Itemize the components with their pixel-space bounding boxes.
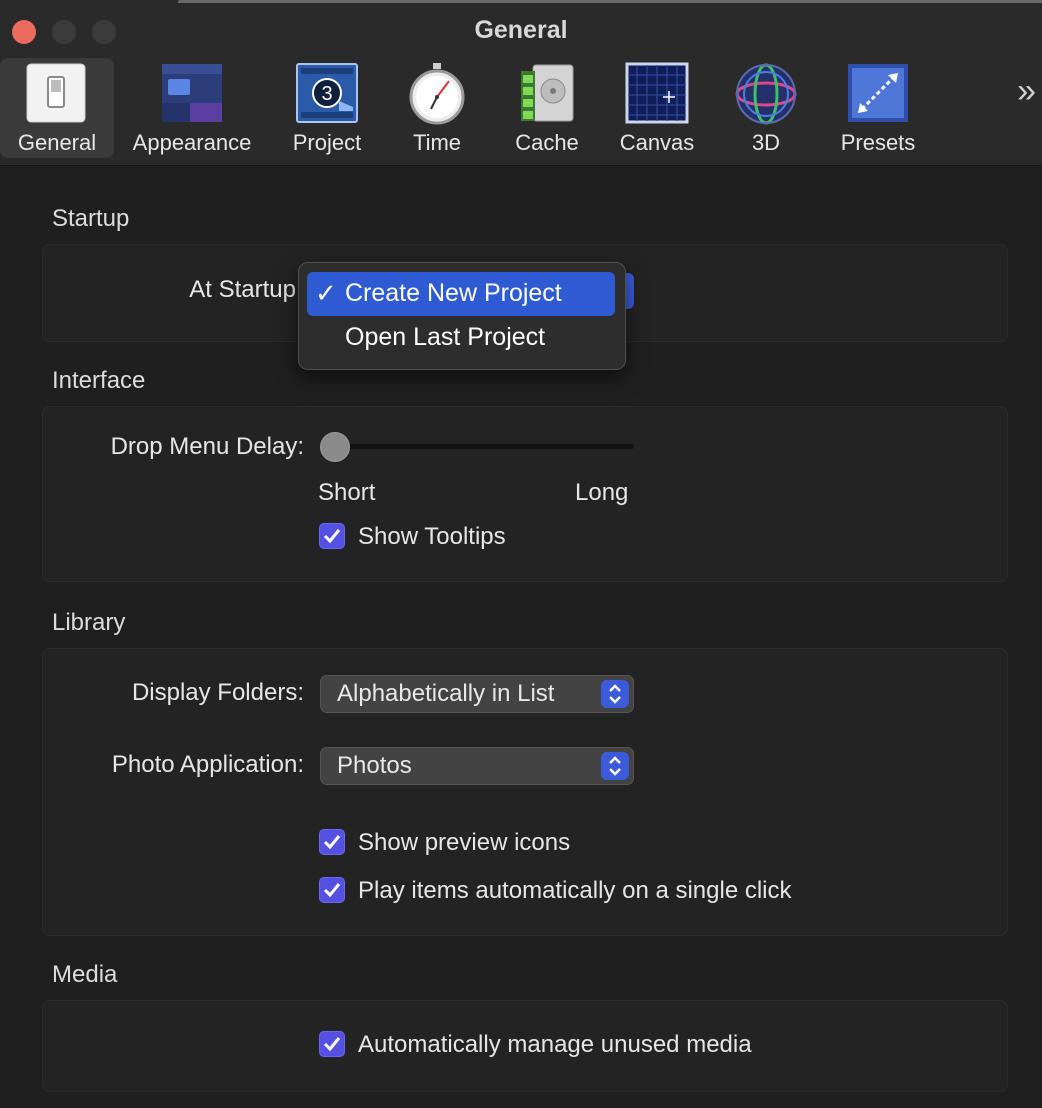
- play-items-checkbox[interactable]: [319, 877, 345, 903]
- slider-min-label: Short: [318, 479, 376, 506]
- section-media-title: Media: [52, 961, 118, 988]
- tab-project-label: Project: [292, 130, 362, 155]
- tab-time-label: Time: [412, 130, 462, 155]
- sphere-icon: [735, 63, 797, 125]
- up-down-arrows-icon: [601, 752, 629, 780]
- tab-project[interactable]: 3 Project: [286, 58, 368, 158]
- section-interface-title: Interface: [52, 367, 146, 394]
- tab-cache[interactable]: Cache: [508, 58, 586, 158]
- stopwatch-icon: [409, 63, 465, 125]
- at-startup-menu: ✓ Create New Project Open Last Project: [298, 262, 626, 370]
- chevron-double-right-icon[interactable]: »: [1017, 72, 1036, 111]
- checkmark-icon: [323, 883, 341, 898]
- photo-application-label: Photo Application:: [111, 751, 304, 778]
- grid-icon: [625, 62, 689, 124]
- film-disk-icon: [521, 64, 574, 122]
- manage-unused-media-checkbox[interactable]: [319, 1031, 345, 1057]
- display-folders-value: Alphabetically in List: [337, 680, 555, 707]
- show-preview-icons-checkbox[interactable]: [319, 829, 345, 855]
- menu-item-open-last-project[interactable]: Open Last Project: [307, 316, 615, 360]
- tab-general-label: General: [17, 130, 97, 155]
- display-folders-popup[interactable]: Alphabetically in List: [320, 675, 634, 713]
- menu-item-create-new-project[interactable]: ✓ Create New Project: [307, 272, 615, 316]
- photo-application-value: Photos: [337, 752, 412, 779]
- checkmark-icon: [323, 1037, 341, 1052]
- manage-unused-media-label: Automatically manage unused media: [358, 1031, 752, 1058]
- tab-time[interactable]: Time: [400, 58, 474, 158]
- preferences-window: General General Appearance 3 Project Tim…: [0, 0, 1042, 1108]
- up-down-arrows-icon: [601, 680, 629, 708]
- section-library-title: Library: [52, 609, 126, 636]
- resize-arrows-icon: [848, 64, 908, 122]
- tab-appearance-label: Appearance: [132, 130, 252, 155]
- appearance-icon: [162, 64, 222, 122]
- checkmark-icon: [323, 529, 341, 544]
- checkmark-icon: [323, 835, 341, 850]
- show-tooltips-label: Show Tooltips: [358, 523, 506, 550]
- menu-item-label: Create New Project: [345, 279, 562, 307]
- menu-checkmark: ✓: [315, 278, 337, 308]
- titlebar: General General Appearance 3 Project Tim…: [0, 0, 1042, 166]
- tab-3d-label: 3D: [751, 130, 781, 155]
- svg-text:3: 3: [321, 83, 332, 105]
- show-tooltips-checkbox[interactable]: [319, 523, 345, 549]
- tab-canvas[interactable]: Canvas: [612, 58, 702, 158]
- tab-general[interactable]: General: [0, 58, 114, 158]
- photo-application-popup[interactable]: Photos: [320, 747, 634, 785]
- section-startup-title: Startup: [52, 205, 130, 232]
- switch-icon: [26, 63, 86, 123]
- slider-max-label: Long: [575, 479, 629, 506]
- tab-presets[interactable]: Presets: [836, 58, 920, 158]
- at-startup-label: At Startup: [189, 276, 296, 303]
- tab-canvas-label: Canvas: [619, 130, 695, 155]
- drop-menu-delay-label: Drop Menu Delay:: [110, 433, 304, 460]
- slider-knob[interactable]: [320, 432, 350, 462]
- drop-menu-delay-slider[interactable]: [320, 444, 634, 449]
- tab-presets-label: Presets: [840, 130, 916, 155]
- film-frame-icon: 3: [296, 63, 358, 123]
- window-edge: [178, 0, 1042, 3]
- tab-cache-label: Cache: [515, 130, 579, 155]
- play-items-label: Play items automatically on a single cli…: [358, 877, 792, 904]
- window-title: General: [474, 16, 568, 44]
- display-folders-label: Display Folders:: [131, 679, 304, 706]
- tab-appearance[interactable]: Appearance: [128, 58, 256, 158]
- menu-item-label: Open Last Project: [345, 323, 546, 351]
- show-preview-icons-label: Show preview icons: [358, 829, 571, 856]
- tab-3d[interactable]: 3D: [732, 58, 800, 158]
